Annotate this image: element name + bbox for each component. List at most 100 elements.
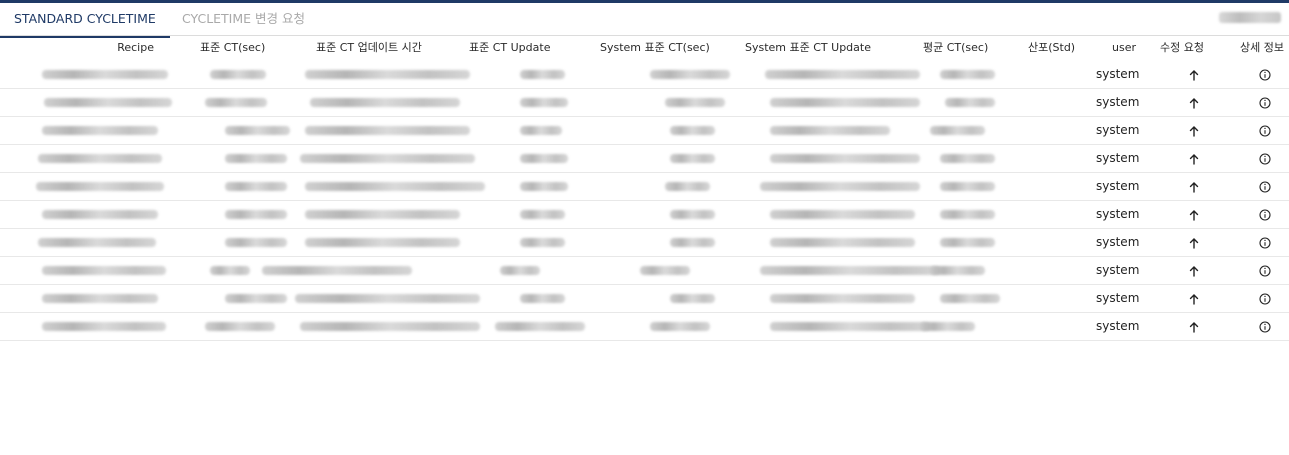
- detail-button[interactable]: [1257, 319, 1273, 335]
- table-row: system: [0, 145, 1289, 173]
- edit-request-button[interactable]: [1186, 263, 1202, 279]
- info-circle-icon: [1259, 69, 1271, 81]
- tab-bar: STANDARD CYCLETIME CYCLETIME 변경 요청: [0, 3, 1289, 38]
- redacted-cell: [940, 210, 995, 219]
- redacted-cell: [940, 182, 995, 191]
- arrow-up-icon: [1189, 97, 1199, 109]
- redacted-cell: [770, 322, 930, 331]
- col-edit-request[interactable]: 수정 요청: [1160, 36, 1204, 61]
- tab-standard-cycletime[interactable]: STANDARD CYCLETIME: [0, 3, 170, 38]
- tab-cycletime-change-request[interactable]: CYCLETIME 변경 요청: [168, 3, 319, 36]
- redacted-cell: [38, 238, 156, 247]
- redacted-cell: [940, 154, 995, 163]
- redacted-cell: [520, 98, 568, 107]
- detail-button[interactable]: [1257, 263, 1273, 279]
- detail-button[interactable]: [1257, 123, 1273, 139]
- table-row: system: [0, 173, 1289, 201]
- redacted-header-field: [1219, 12, 1281, 23]
- redacted-cell: [210, 70, 266, 79]
- redacted-cell: [205, 98, 267, 107]
- redacted-cell: [225, 182, 287, 191]
- redacted-cell: [665, 182, 710, 191]
- user-cell: system: [1096, 67, 1140, 81]
- redacted-cell: [205, 322, 275, 331]
- info-circle-icon: [1259, 293, 1271, 305]
- detail-button[interactable]: [1257, 207, 1273, 223]
- redacted-cell: [940, 70, 995, 79]
- col-user[interactable]: user: [1112, 36, 1136, 61]
- col-system-std-ct-update[interactable]: System 표준 CT Update: [745, 36, 871, 61]
- col-std-dev[interactable]: 산포(Std): [1028, 36, 1075, 61]
- edit-request-button[interactable]: [1186, 235, 1202, 251]
- user-cell: system: [1096, 151, 1140, 165]
- detail-button[interactable]: [1257, 179, 1273, 195]
- redacted-cell: [650, 70, 730, 79]
- redacted-cell: [520, 294, 565, 303]
- redacted-cell: [305, 210, 460, 219]
- redacted-cell: [42, 294, 158, 303]
- arrow-up-icon: [1189, 125, 1199, 137]
- redacted-cell: [225, 126, 290, 135]
- redacted-cell: [305, 182, 485, 191]
- edit-request-button[interactable]: [1186, 67, 1202, 83]
- arrow-up-icon: [1189, 181, 1199, 193]
- col-std-ct-update-time[interactable]: 표준 CT 업데이트 시간: [316, 36, 422, 61]
- user-cell: system: [1096, 319, 1140, 333]
- table-row: system: [0, 257, 1289, 285]
- redacted-cell: [765, 70, 920, 79]
- detail-button[interactable]: [1257, 95, 1273, 111]
- redacted-cell: [670, 126, 715, 135]
- redacted-cell: [42, 210, 158, 219]
- edit-request-button[interactable]: [1186, 179, 1202, 195]
- redacted-cell: [770, 154, 920, 163]
- redacted-cell: [670, 210, 715, 219]
- redacted-cell: [940, 294, 1000, 303]
- arrow-up-icon: [1189, 321, 1199, 333]
- redacted-cell: [520, 238, 565, 247]
- col-detail[interactable]: 상세 정보: [1240, 36, 1284, 61]
- redacted-cell: [225, 294, 287, 303]
- user-cell: system: [1096, 291, 1140, 305]
- redacted-cell: [945, 98, 995, 107]
- table-row: system: [0, 89, 1289, 117]
- user-cell: system: [1096, 179, 1140, 193]
- detail-button[interactable]: [1257, 67, 1273, 83]
- redacted-cell: [495, 322, 585, 331]
- edit-request-button[interactable]: [1186, 207, 1202, 223]
- redacted-cell: [42, 126, 158, 135]
- redacted-cell: [225, 210, 287, 219]
- table-row: system: [0, 285, 1289, 313]
- redacted-cell: [42, 266, 166, 275]
- user-cell: system: [1096, 207, 1140, 221]
- redacted-cell: [520, 182, 568, 191]
- redacted-cell: [770, 294, 915, 303]
- redacted-cell: [665, 98, 725, 107]
- user-cell: system: [1096, 235, 1140, 249]
- redacted-cell: [36, 182, 164, 191]
- table-row: system: [0, 229, 1289, 257]
- table-row: system: [0, 117, 1289, 145]
- edit-request-button[interactable]: [1186, 95, 1202, 111]
- col-std-ct-update[interactable]: 표준 CT Update: [469, 36, 550, 61]
- detail-button[interactable]: [1257, 151, 1273, 167]
- detail-button[interactable]: [1257, 235, 1273, 251]
- edit-request-button[interactable]: [1186, 151, 1202, 167]
- redacted-cell: [42, 322, 166, 331]
- redacted-cell: [520, 126, 562, 135]
- edit-request-button[interactable]: [1186, 291, 1202, 307]
- redacted-cell: [770, 126, 890, 135]
- info-circle-icon: [1259, 209, 1271, 221]
- table-row: system: [0, 61, 1289, 89]
- edit-request-button[interactable]: [1186, 319, 1202, 335]
- col-recipe[interactable]: Recipe: [117, 36, 154, 61]
- redacted-cell: [520, 70, 565, 79]
- redacted-cell: [940, 238, 995, 247]
- redacted-cell: [310, 98, 460, 107]
- col-std-ct[interactable]: 표준 CT(sec): [200, 36, 265, 61]
- detail-button[interactable]: [1257, 291, 1273, 307]
- redacted-cell: [500, 266, 540, 275]
- edit-request-button[interactable]: [1186, 123, 1202, 139]
- user-cell: system: [1096, 123, 1140, 137]
- col-system-std-ct[interactable]: System 표준 CT(sec): [600, 36, 710, 61]
- col-avg-ct[interactable]: 평균 CT(sec): [923, 36, 988, 61]
